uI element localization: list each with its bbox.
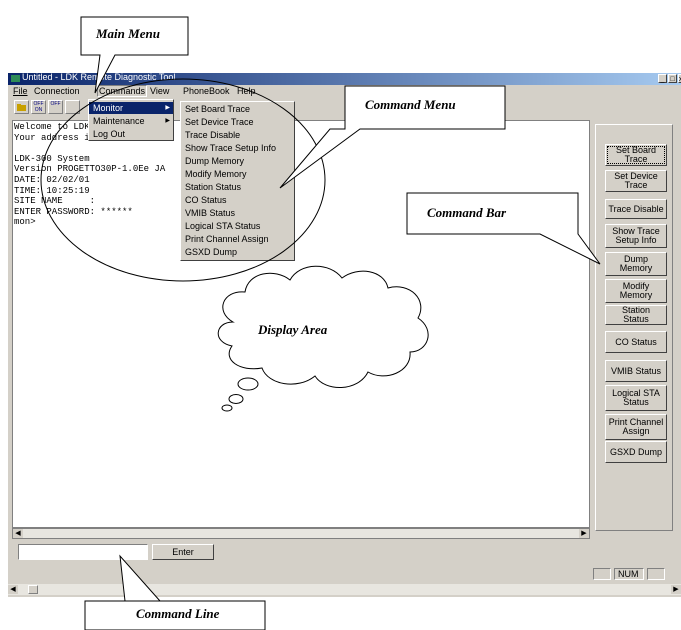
- cloud-bubble: [221, 404, 233, 412]
- command-bar-callout-label: Command Bar: [427, 205, 507, 220]
- main-menu-callout-label: Main Menu: [96, 26, 160, 41]
- command-bar-callout-box: [406, 192, 601, 265]
- command-line-callout-label: Command Line: [136, 606, 220, 621]
- cloud-bubble: [237, 377, 259, 391]
- command-menu-callout-label: Command Menu: [365, 97, 456, 112]
- display-area-callout-label: Display Area: [258, 322, 328, 337]
- menu-highlight-ellipse: [40, 78, 326, 282]
- callout-shapes: [40, 16, 601, 630]
- cloud-bubble: [228, 394, 244, 404]
